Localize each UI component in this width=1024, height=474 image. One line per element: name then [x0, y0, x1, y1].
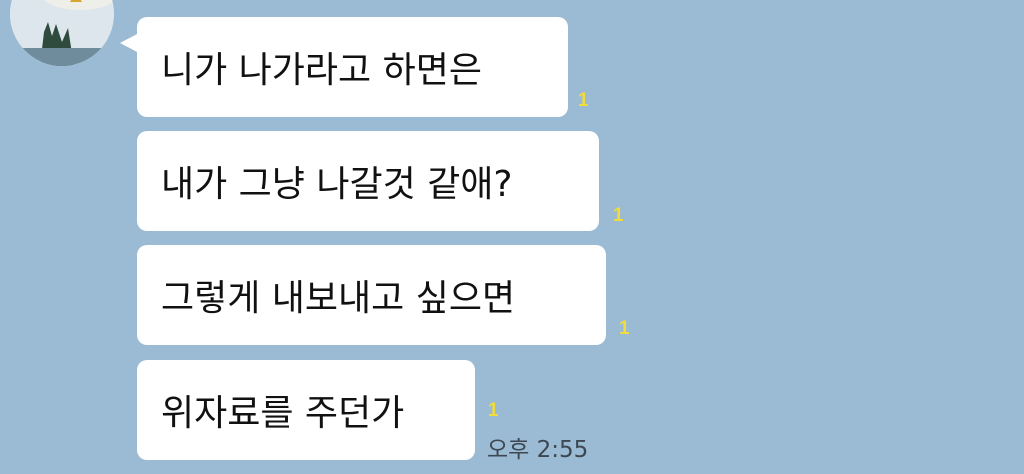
message-bubble[interactable]: 내가 그냥 나갈것 같애?	[137, 131, 599, 231]
message-text: 위자료를 주던가	[161, 393, 405, 434]
unread-count: 1	[488, 400, 499, 421]
message-timestamp: 오후 2:55	[487, 437, 589, 463]
message-text: 그렇게 내보내고 싶으면	[161, 278, 516, 319]
avatar[interactable]	[10, 0, 114, 66]
chat-area: 니가 나가라고 하면은 1 내가 그냥 나갈것 같애? 1 그렇게 내보내고 싶…	[0, 0, 1024, 474]
unread-count: 1	[578, 90, 589, 111]
profile-photo-icon	[10, 0, 114, 66]
message-text: 니가 나가라고 하면은	[161, 50, 482, 91]
message-bubble[interactable]: 그렇게 내보내고 싶으면	[137, 245, 606, 345]
message-bubble[interactable]: 니가 나가라고 하면은	[137, 17, 568, 117]
unread-count: 1	[619, 318, 630, 339]
message-bubble[interactable]: 위자료를 주던가	[137, 360, 475, 460]
unread-count: 1	[613, 205, 624, 226]
message-text: 내가 그냥 나갈것 같애?	[161, 164, 513, 205]
